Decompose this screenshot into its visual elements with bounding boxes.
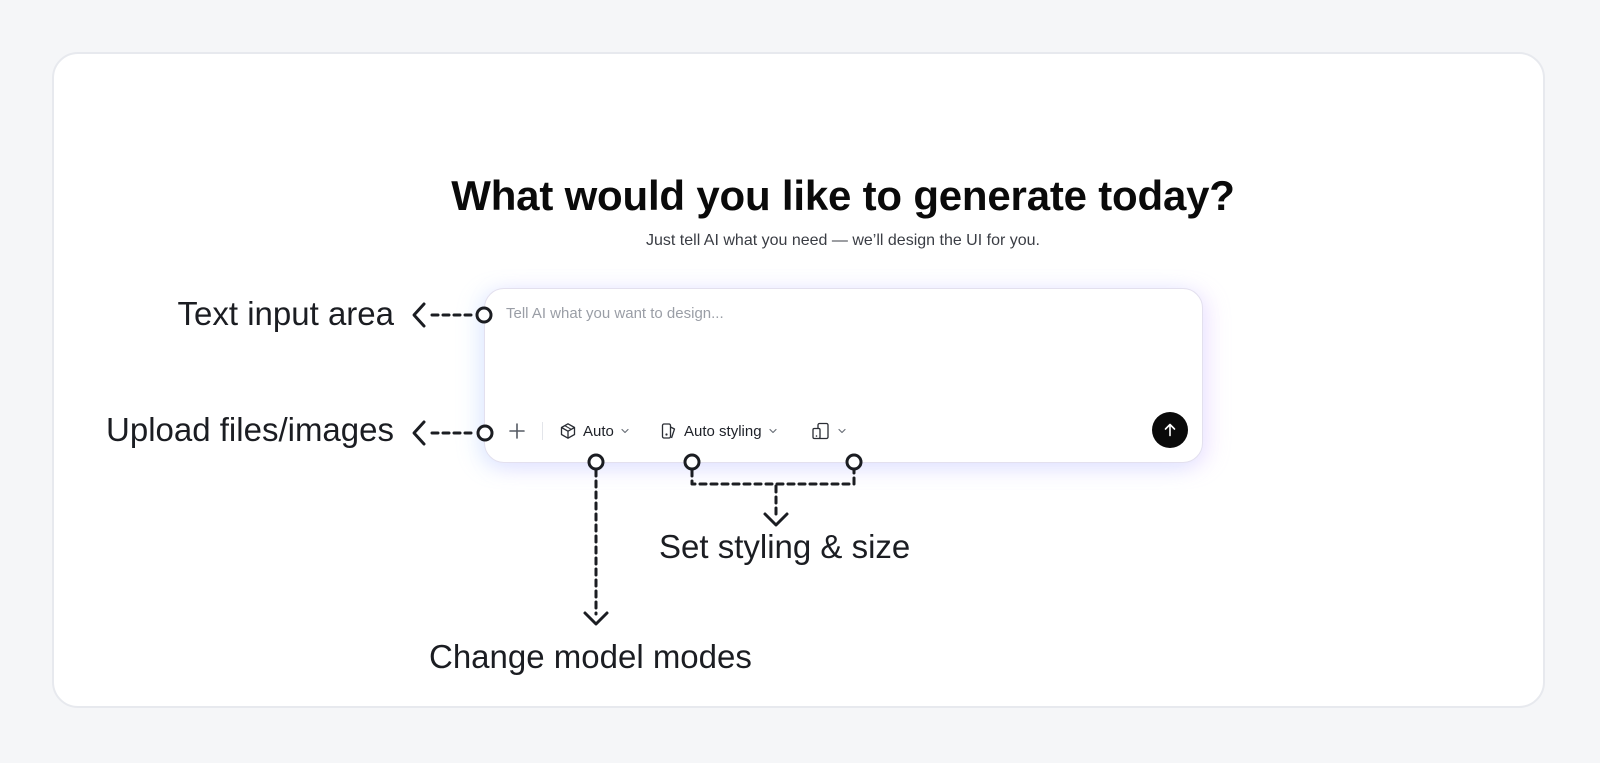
upload-button[interactable] [505, 417, 529, 445]
plus-icon [509, 423, 525, 439]
device-size-icon [812, 422, 829, 440]
page-title: What would you like to generate today? [451, 172, 1235, 219]
size-select[interactable] [811, 417, 847, 445]
paint-bucket-icon [661, 423, 676, 439]
annotation-styling: Set styling & size [659, 528, 911, 565]
styling-select[interactable]: Auto styling [660, 417, 778, 445]
styling-label: Auto styling [684, 422, 762, 440]
send-button[interactable] [1152, 412, 1188, 448]
arrow-up-icon [1164, 423, 1176, 437]
cube-icon [560, 423, 576, 439]
prompt-composer: Tell AI what you want to design... Auto [484, 288, 1203, 463]
chevron-down-icon [621, 428, 629, 434]
model-mode-select[interactable]: Auto [559, 417, 630, 445]
chevron-down-icon [838, 428, 846, 434]
chevron-down-icon [768, 428, 777, 434]
model-mode-label: Auto [583, 422, 614, 440]
annotation-upload: Upload files/images [106, 411, 394, 448]
composer-toolbar: Auto Auto styling [485, 289, 1202, 462]
annotation-text-input: Text input area [177, 295, 394, 332]
toolbar-divider [542, 422, 543, 440]
annotation-model: Change model modes [429, 638, 752, 675]
page-subtitle: Just tell AI what you need — we’ll desig… [646, 232, 1040, 249]
